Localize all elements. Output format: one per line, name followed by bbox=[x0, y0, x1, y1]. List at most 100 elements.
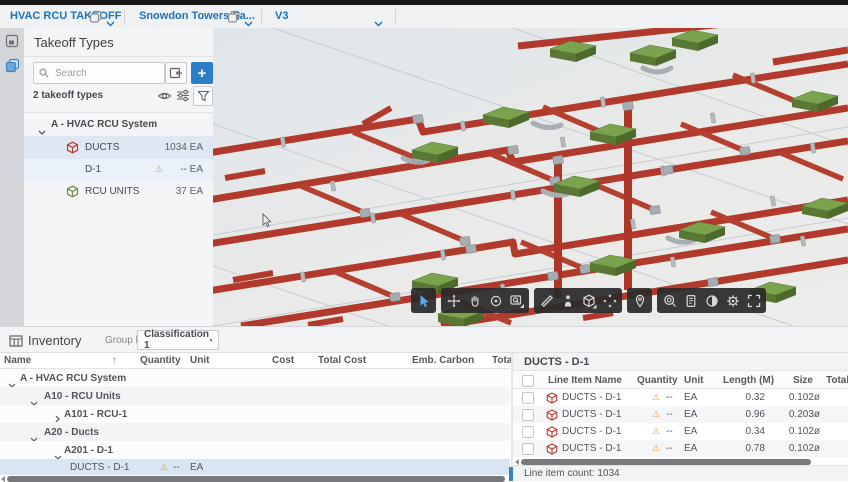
tree-item-d1[interactable]: D-1 ⚠ -- EA bbox=[24, 159, 213, 181]
line-item-size: 0.102ø bbox=[770, 443, 820, 454]
group-by-dropdown[interactable]: Classification 1 bbox=[137, 330, 219, 350]
fullscreen-icon[interactable] bbox=[743, 289, 764, 312]
takeoff-tool-icon[interactable] bbox=[5, 58, 20, 78]
column-header-line-item-name[interactable]: Line Item Name bbox=[548, 375, 622, 386]
line-item-length: 0.32 bbox=[705, 392, 765, 403]
line-item-count: Line item count: 1034 bbox=[524, 468, 620, 479]
visibility-eye-icon[interactable] bbox=[157, 89, 172, 107]
tree-item-label: D-1 bbox=[85, 164, 101, 175]
column-header-quantity[interactable]: Quantity bbox=[140, 355, 181, 366]
line-item-row[interactable]: DUCTS - D-1 ⚠ -- EA 0.96 0.203ø bbox=[513, 406, 848, 423]
tree-item-label: RCU UNITS bbox=[85, 186, 139, 197]
line-item-size: 0.203ø bbox=[770, 409, 820, 420]
tree-item-count: 37 EA bbox=[176, 186, 203, 197]
detail-title-bar: DUCTS - D-1 bbox=[513, 353, 848, 371]
line-item-length: 0.96 bbox=[705, 409, 765, 420]
column-header-quantity[interactable]: Quantity bbox=[637, 375, 678, 386]
line-item-unit: EA bbox=[684, 443, 697, 454]
tree-item-rcu-units[interactable]: RCU UNITS 37 EA bbox=[24, 181, 213, 203]
column-header-unit[interactable]: Unit bbox=[684, 375, 703, 386]
takeoff-title[interactable]: HVAC RCU TAKEOFF bbox=[10, 5, 121, 28]
column-header-total[interactable]: Total bbox=[826, 375, 848, 386]
warning-icon: ⚠ bbox=[652, 426, 660, 437]
row-quantity: -- bbox=[173, 462, 180, 473]
inventory-row[interactable]: A10 - RCU Units bbox=[0, 387, 510, 405]
column-header-emb-carbon[interactable]: Emb. Carbon bbox=[412, 355, 474, 366]
measure-icon[interactable] bbox=[536, 289, 557, 312]
select-cursor-icon[interactable] bbox=[413, 289, 434, 312]
location-pin-icon[interactable] bbox=[629, 289, 650, 312]
takeoff-types-panel: Takeoff Types + 2 takeoff types A - HVAC… bbox=[24, 28, 214, 326]
row-label: A101 - RCU-1 bbox=[64, 409, 127, 420]
line-item-quantity: -- bbox=[666, 409, 673, 420]
orbit-icon[interactable] bbox=[485, 289, 506, 312]
warning-icon: ⚠ bbox=[652, 392, 660, 403]
column-header-unit[interactable]: Unit bbox=[190, 355, 209, 366]
inventory-horizontal-scrollbar[interactable] bbox=[0, 476, 510, 481]
inventory-row[interactable]: A101 - RCU-1 bbox=[0, 405, 510, 423]
toolbar-group-navigate bbox=[441, 288, 529, 313]
tree-item-count: -- EA bbox=[180, 164, 203, 175]
explode-model-icon[interactable] bbox=[599, 289, 620, 312]
filter-funnel-icon bbox=[197, 90, 210, 102]
inventory-title: Inventory bbox=[28, 333, 81, 348]
sort-ascending-icon[interactable]: ↑ bbox=[112, 355, 117, 366]
column-header-name[interactable]: Name bbox=[4, 355, 31, 366]
toolbar-group-select bbox=[411, 288, 436, 313]
first-person-icon[interactable] bbox=[557, 289, 578, 312]
select-all-checkbox[interactable] bbox=[522, 375, 534, 387]
inventory-row[interactable]: A20 - Ducts bbox=[0, 423, 510, 441]
column-header-cost[interactable]: Cost bbox=[272, 355, 294, 366]
add-takeoff-type-button[interactable]: + bbox=[191, 62, 213, 84]
view-cube-icon[interactable] bbox=[578, 289, 599, 312]
detail-footer: Line item count: 1034 bbox=[513, 465, 848, 481]
cube-green-icon bbox=[66, 185, 79, 203]
row-checkbox[interactable] bbox=[522, 426, 534, 438]
column-header-total-cost[interactable]: Total Cost bbox=[318, 355, 366, 366]
column-header-length[interactable]: Length (M) bbox=[723, 375, 774, 386]
tree-group-row[interactable]: A - HVAC RCU System bbox=[24, 114, 213, 136]
inventory-row[interactable]: A201 - D-1 bbox=[0, 441, 510, 459]
model-viewport-3d[interactable] bbox=[213, 28, 848, 326]
toolbar-group-pin bbox=[627, 288, 652, 313]
search-input[interactable] bbox=[33, 62, 165, 84]
hand-orbit-icon[interactable] bbox=[464, 289, 485, 312]
properties-panel-icon[interactable] bbox=[680, 289, 701, 312]
inventory-row[interactable]: A - HVAC RCU System bbox=[0, 369, 510, 387]
line-item-detail-panel: DUCTS - D-1 Line Item Name Quantity Unit… bbox=[513, 353, 848, 481]
tree-item-count: 1034 EA bbox=[165, 142, 203, 153]
column-header-size[interactable]: Size bbox=[780, 375, 813, 386]
version-label[interactable]: V3 bbox=[275, 5, 288, 28]
tree-item-ducts[interactable]: DUCTS 1034 EA bbox=[24, 136, 213, 159]
search-field[interactable] bbox=[53, 67, 157, 80]
hvac-3d-model bbox=[213, 28, 848, 326]
row-label: A - HVAC RCU System bbox=[20, 373, 126, 384]
row-checkbox[interactable] bbox=[522, 409, 534, 421]
panel-title: Takeoff Types bbox=[34, 35, 114, 50]
line-item-row[interactable]: DUCTS - D-1 ⚠ -- EA 0.78 0.102ø bbox=[513, 440, 848, 457]
appearance-sphere-icon[interactable] bbox=[701, 289, 722, 312]
inventory-row-selected[interactable]: DUCTS - D-1 ⚠ -- EA bbox=[0, 459, 510, 475]
zoom-window-icon[interactable] bbox=[506, 289, 527, 312]
line-item-unit: EA bbox=[684, 392, 697, 403]
warning-icon: ⚠ bbox=[155, 164, 163, 175]
line-item-row[interactable]: DUCTS - D-1 ⚠ -- EA 0.32 0.102ø bbox=[513, 389, 848, 406]
settings-sliders-icon[interactable] bbox=[176, 89, 191, 107]
row-unit: EA bbox=[190, 462, 203, 473]
takeoff-from-sheet-button[interactable] bbox=[165, 62, 187, 84]
line-item-row[interactable]: DUCTS - D-1 ⚠ -- EA 0.34 0.102ø bbox=[513, 423, 848, 440]
row-checkbox[interactable] bbox=[522, 443, 534, 455]
pan-icon[interactable] bbox=[443, 289, 464, 312]
row-checkbox[interactable] bbox=[522, 392, 534, 404]
filter-button[interactable] bbox=[193, 86, 213, 106]
mouse-cursor bbox=[263, 214, 271, 227]
inventory-table-icon bbox=[9, 334, 23, 352]
sheets-icon[interactable] bbox=[5, 34, 19, 53]
settings-gear-icon[interactable] bbox=[722, 289, 743, 312]
search-model-icon[interactable] bbox=[659, 289, 680, 312]
plus-icon: + bbox=[198, 65, 207, 82]
scroll-left-arrow-icon[interactable] bbox=[1, 476, 5, 482]
line-item-size: 0.102ø bbox=[770, 426, 820, 437]
cube-red-icon bbox=[66, 141, 79, 159]
model-doc-icon bbox=[227, 10, 241, 28]
